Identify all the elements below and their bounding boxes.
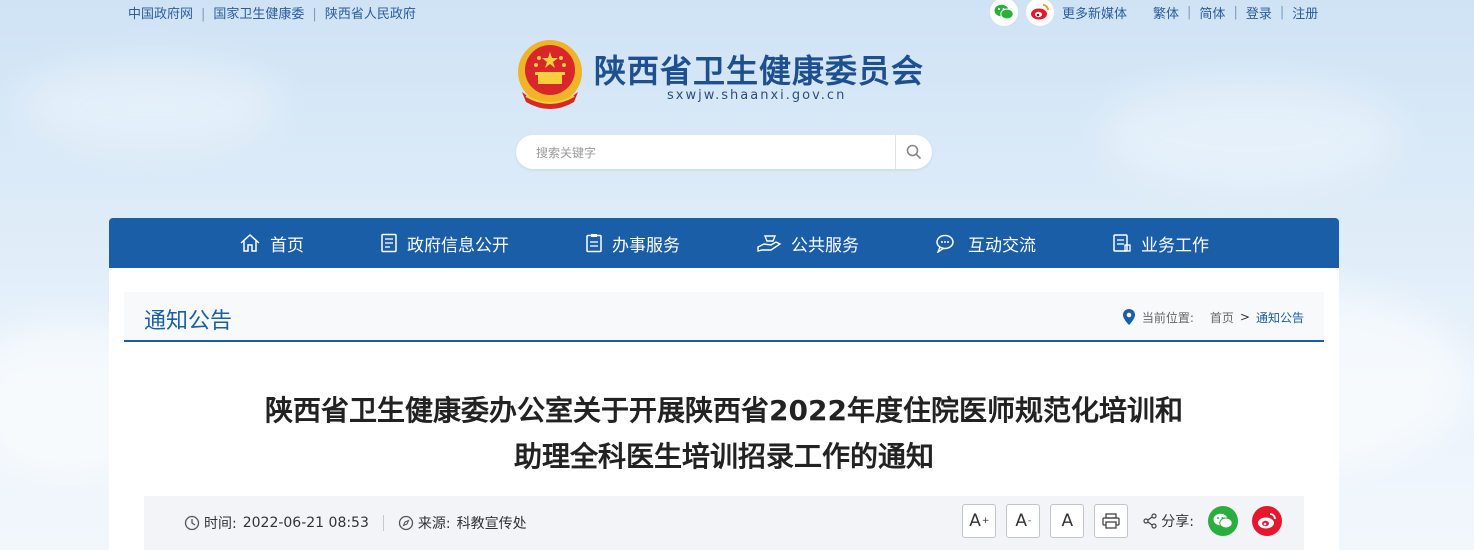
nav-gov-info[interactable]: 政府信息公开 [342, 218, 547, 268]
minus-icon: - [1027, 516, 1032, 526]
breadcrumb: 当前位置: 首页 > 通知公告 [1122, 308, 1304, 326]
home-icon [240, 233, 260, 252]
nav-label: 互动交流 [968, 235, 1036, 256]
weibo-top-button[interactable] [1026, 0, 1054, 26]
section-header: 通知公告 当前位置: 首页 > 通知公告 [124, 292, 1324, 342]
briefcase-icon [1113, 234, 1131, 252]
chat-icon [936, 234, 954, 253]
register-link[interactable]: 注册 [1292, 3, 1318, 22]
background-cloud [20, 60, 280, 150]
site-title: 陕西省卫生健康委员会 [594, 52, 925, 90]
separator: | [201, 7, 206, 22]
time-value: 2022-06-21 08:53 [242, 515, 369, 531]
plus-icon: + [981, 516, 990, 526]
font-smaller-label: A [1015, 511, 1027, 531]
document-icon [381, 233, 397, 253]
top-utility-bar: 中国政府网 | 国家卫生健康委 | 陕西省人民政府 更多新媒体 繁体 | 简体 | 登录… [0, 0, 1474, 26]
article-meta-bar: 时间: 2022-06-21 08:53 来源: 科教宣传处 A + A- A 分… [144, 496, 1304, 550]
share-icon [1143, 513, 1157, 529]
search-box [516, 135, 932, 169]
search-icon [906, 144, 922, 160]
background-cloud [1100, 80, 1400, 190]
breadcrumb-label: 当前位置: [1141, 310, 1194, 325]
weibo-icon [1258, 513, 1276, 529]
compass-icon [398, 515, 414, 531]
article-tools: A + A- A 分享: [962, 504, 1282, 538]
weibo-icon [1031, 4, 1049, 20]
simplified-chinese-link[interactable]: 简体 [1199, 3, 1225, 22]
section-title: 通知公告 [144, 309, 233, 334]
search-button[interactable] [895, 135, 932, 169]
site-url: sxwjw.shaanxi.gov.cn [667, 88, 847, 103]
font-default-label: A [1061, 511, 1074, 531]
link-gov-cn[interactable]: 中国政府网 [128, 7, 193, 22]
link-nhc[interactable]: 国家卫生健康委 [213, 7, 304, 22]
article-title: 陕西省卫生健康委办公室关于开展陕西省2022年度住院医师规范化培训和 助理全科医… [109, 388, 1339, 480]
top-right-tools: 更多新媒体 繁体 | 简体 | 登录 | 注册 [990, 0, 1318, 26]
nav-services[interactable]: 办事服务 [547, 218, 718, 268]
time-label: 时间: [204, 516, 237, 532]
hand-service-icon [757, 235, 782, 252]
content-panel: 通知公告 当前位置: 首页 > 通知公告 陕西省卫生健康委办公室关于开展陕西省2… [109, 268, 1339, 550]
share-wechat-button[interactable] [1208, 506, 1238, 536]
breadcrumb-separator: > [1239, 310, 1250, 324]
separator: | [1233, 4, 1238, 20]
traditional-chinese-link[interactable]: 繁体 [1153, 3, 1179, 22]
main-navigation: 首页 政府信息公开 办事服务 公共服务 互动交流 业务工作 [109, 218, 1339, 268]
clipboard-icon [586, 234, 602, 253]
share-label: 分享: [1161, 514, 1194, 530]
divider [382, 515, 384, 531]
nav-label: 首页 [270, 235, 304, 256]
font-larger-button[interactable]: A + [962, 504, 997, 538]
source-value: 科教宣传处 [456, 516, 527, 532]
article-info: 时间: 2022-06-21 08:53 来源: 科教宣传处 [184, 513, 527, 533]
top-external-links: 中国政府网 | 国家卫生健康委 | 陕西省人民政府 [128, 3, 416, 22]
breadcrumb-current[interactable]: 通知公告 [1256, 309, 1304, 326]
nav-public-services[interactable]: 公共服务 [718, 218, 897, 268]
print-button[interactable] [1094, 504, 1129, 538]
source-label: 来源: [417, 516, 451, 532]
nav-label: 业务工作 [1141, 235, 1209, 256]
share-label-wrap: 分享: [1142, 511, 1194, 531]
nav-business[interactable]: 业务工作 [1074, 218, 1247, 268]
more-media-link[interactable]: 更多新媒体 [1062, 3, 1127, 22]
nav-home[interactable]: 首页 [201, 218, 342, 268]
location-pin-icon [1122, 309, 1135, 325]
clock-icon [184, 515, 200, 531]
search-input[interactable] [534, 142, 898, 164]
font-smaller-button[interactable]: A- [1006, 504, 1041, 538]
site-logo[interactable]: 陕西省卫生健康委员会 sxwjw.shaanxi.gov.cn [512, 36, 952, 116]
article-title-line: 助理全科医生培训招录工作的通知 [513, 440, 934, 473]
nav-interaction[interactable]: 互动交流 [897, 218, 1074, 268]
article-title-line: 陕西省卫生健康委办公室关于开展陕西省2022年度住院医师规范化培训和 [265, 394, 1183, 427]
wechat-top-button[interactable] [990, 0, 1018, 26]
login-link[interactable]: 登录 [1246, 3, 1272, 22]
font-default-button[interactable]: A [1050, 504, 1085, 538]
nav-label: 政府信息公开 [407, 235, 509, 256]
nav-label: 办事服务 [612, 235, 680, 256]
printer-icon [1102, 513, 1120, 529]
link-shaanxi-gov[interactable]: 陕西省人民政府 [325, 7, 416, 22]
separator: | [312, 7, 317, 22]
national-emblem-icon [518, 40, 582, 109]
wechat-icon [994, 4, 1014, 20]
font-larger-label: A [969, 511, 981, 531]
share-weibo-button[interactable] [1252, 506, 1282, 536]
separator: | [1187, 4, 1192, 20]
wechat-icon [1213, 513, 1233, 529]
nav-label: 公共服务 [791, 235, 859, 256]
breadcrumb-home[interactable]: 首页 [1210, 309, 1234, 326]
separator: | [1279, 4, 1285, 20]
